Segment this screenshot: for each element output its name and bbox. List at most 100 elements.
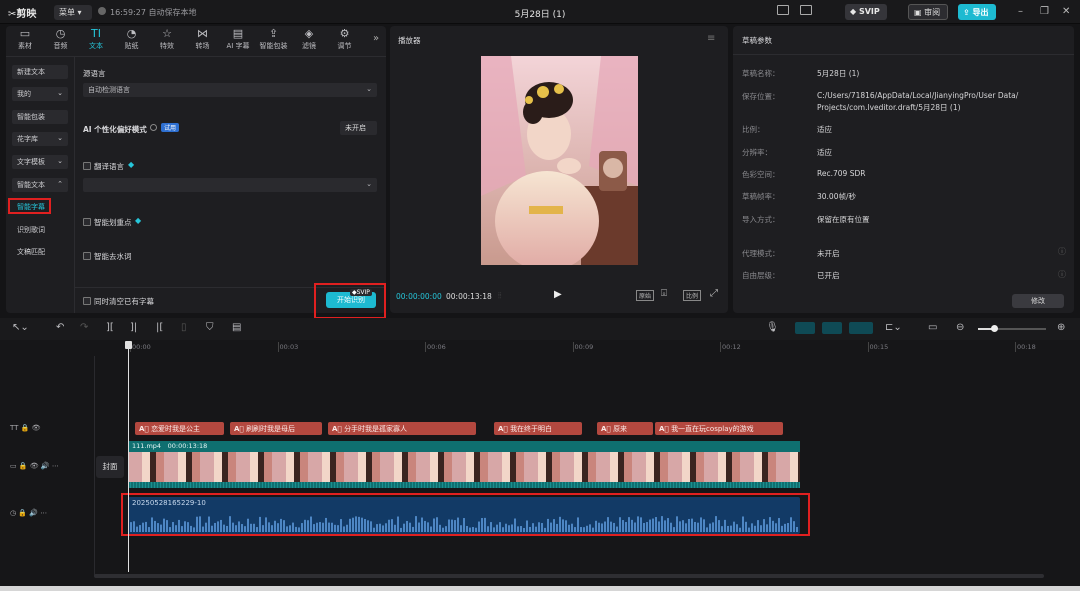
tab-5[interactable]: ⋈ 转场 [186,28,220,52]
help-icon[interactable]: ⓘ [1058,246,1066,257]
maximize-icon[interactable]: ❐ [1040,6,1049,17]
export-button[interactable]: ⇪ 导出 [958,4,996,20]
review-button[interactable]: ▣ 审阅 [908,4,948,20]
help-icon[interactable]: ⓘ [1058,269,1066,280]
sidebar-item-label: 新建文本 [17,68,45,76]
tab-3[interactable]: ◔ 贴纸 [115,28,149,52]
caption-text: 我一直在玩cosplay的游戏 [671,425,754,433]
link-icon[interactable] [795,322,815,334]
playhead[interactable] [128,342,129,572]
svip-button[interactable]: ◆ SVIP [845,4,887,20]
split-icon[interactable]: ][ [106,322,114,333]
split-right-icon[interactable]: |[ [156,322,163,333]
video-track-icon: ▭ 🔒 👁 🔊 ⋯ [10,462,59,470]
translate-lang-select[interactable]: ⌄ [83,178,377,192]
sidebar-item-1[interactable]: 我的 ⌄ [12,87,68,101]
sidebar-item-7[interactable]: 识别歌词 [12,223,68,237]
tab-4[interactable]: ☆ 特效 [150,28,184,52]
ai-mode-select[interactable]: 未开启 [340,121,377,135]
ratio-button[interactable]: 比例 [683,290,702,301]
tab-icon: ☆ [162,27,172,40]
tab-label: 素材 [18,42,32,50]
sidebar-item-8[interactable]: 文稿匹配 [12,245,68,259]
sidebar-highlight-box [8,198,51,214]
caption-clip[interactable]: A⃞ 分手时我是孤家寡人 [328,422,476,435]
screenshot-icon[interactable]: ⌻ [661,288,667,299]
align-icon[interactable]: ⊏⌄ [885,322,902,333]
shield-icon[interactable]: ⛉ [206,322,214,333]
ruler-tick-line [1015,342,1016,352]
video-preview[interactable] [481,56,638,265]
fullscreen-icon[interactable]: ⤢ [710,288,718,299]
sidebar-item-5[interactable]: 智能文本 ⌃ [12,178,68,192]
sidebar-item-4[interactable]: 文字模板 ⌄ [12,155,68,169]
delete-icon[interactable]: ▯ [181,322,187,333]
sidebar-item-0[interactable]: 新建文本 [12,65,68,79]
filler-checkbox[interactable] [83,252,91,260]
tab-6[interactable]: ▤ AI 字幕 [221,28,255,52]
tab-7[interactable]: ⇪ 智能包装 [257,28,291,52]
magnet-icon[interactable] [822,322,842,334]
clear-label: 同时清空已有字幕 [94,297,154,306]
minimize-icon[interactable]: – [1018,6,1023,17]
time-current: 00:00:00:00 [396,292,442,301]
layout-icon[interactable] [777,5,789,15]
track-header-divider [94,356,95,576]
split-left-icon[interactable]: ]| [130,322,137,333]
sidebar-item-2[interactable]: 智能包装 [12,110,68,124]
start-highlight-box [314,283,386,319]
ai-mode-value: 未开启 [345,124,366,132]
close-icon[interactable]: ✕ [1062,6,1070,17]
tab-8[interactable]: ◈ 滤镜 [292,28,326,52]
tab-0[interactable]: ▭ 素材 [8,28,42,52]
caption-clip[interactable]: A⃞ 刷刷时我是母后 [230,422,322,435]
caption-clip[interactable]: A⃞ 我在终于明白 [494,422,582,435]
edit-button[interactable]: 修改 [1012,294,1064,308]
video-clip-name: 111.mp4 [132,442,162,450]
caption-clip[interactable]: A⃞ 原来 [597,422,653,435]
menu-icon[interactable]: ≡ [707,33,715,44]
caption-icon[interactable]: ▭ [928,322,937,333]
video-clip-bar[interactable]: 111.mp4 00:00:13:18 [128,441,800,452]
original-button[interactable]: 原始 [636,290,655,301]
more-tabs-icon[interactable]: » [373,33,379,44]
preview-axis-icon[interactable] [849,322,873,334]
cover-button[interactable]: 封面 [96,456,124,478]
tab-1[interactable]: ◷ 音频 [44,28,78,52]
tab-2[interactable]: TI 文本 [79,28,113,52]
microphone-icon[interactable]: 🎙 [766,322,779,333]
caption-edit-icon[interactable]: ▤ [232,322,241,333]
play-icon[interactable]: ▶ [554,289,562,300]
props-title: 草稿参数 [742,36,772,45]
display-icon[interactable] [800,5,812,15]
ruler-tick-line [720,342,721,352]
highlight-label: 智能划重点 [94,218,132,227]
player-title: 播放器 [398,36,421,45]
grid-icon[interactable]: ⦙⦙ [498,291,502,301]
tab-9[interactable]: ⚙ 调节 [328,28,362,52]
info-icon[interactable] [150,124,157,131]
select-tool-icon[interactable]: ↖⌄ [12,322,29,333]
highlight-checkbox[interactable] [83,218,91,226]
source-lang-select[interactable]: 自动检测语言 ⌄ [83,83,377,97]
tab-label: 贴纸 [124,42,139,50]
translate-checkbox[interactable] [83,162,91,170]
tab-icon: ⋈ [197,27,208,40]
clear-checkbox[interactable] [83,297,91,305]
redo-icon[interactable]: ↷ [80,322,88,333]
caption-clip[interactable]: A⃞ 我一直在玩cosplay的游戏 [655,422,783,435]
zoom-slider-handle[interactable] [991,325,998,332]
sidebar-item-3[interactable]: 花字库 ⌄ [12,132,68,146]
timeline-scrollbar[interactable] [94,574,1044,578]
caption-clip[interactable]: A⃞ 恋爱时我是公主 [135,422,224,435]
video-thumbnails[interactable] [128,452,800,482]
video-audio-wave [128,482,800,488]
draft-props-panel [733,26,1074,313]
undo-icon[interactable]: ↶ [56,322,64,333]
playhead-handle[interactable] [125,341,132,349]
zoom-out-icon[interactable]: ⊖ [956,322,964,333]
zoom-in-icon[interactable]: ⊕ [1057,322,1065,333]
props-label: 导入方式： [742,215,780,224]
filler-label: 智能去水词 [94,252,132,261]
props-label: 自由层级： [742,271,780,280]
